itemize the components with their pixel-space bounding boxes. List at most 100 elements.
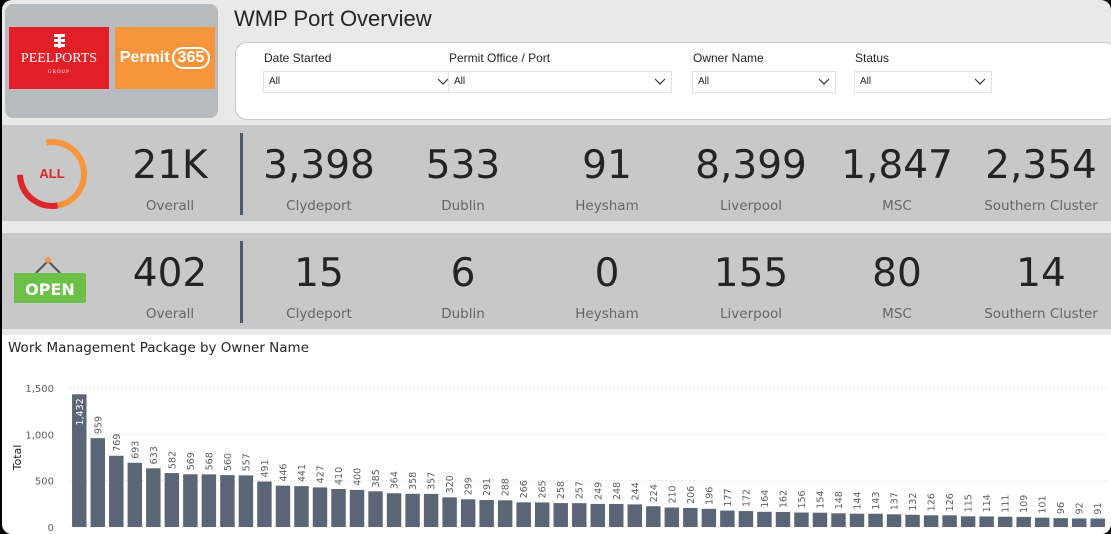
bar bbox=[275, 485, 291, 527]
kpi-value-liverpool: 155 bbox=[713, 251, 789, 296]
data-label: 177 bbox=[723, 488, 734, 506]
data-label: 441 bbox=[297, 464, 308, 482]
kpi-label-overall: Overall bbox=[145, 306, 195, 322]
chevron-down-icon bbox=[654, 78, 666, 85]
bar bbox=[257, 481, 272, 527]
data-label: 769 bbox=[112, 434, 123, 452]
filter-label: Date Started bbox=[264, 51, 332, 65]
data-label: 92 bbox=[1075, 502, 1086, 514]
bar bbox=[405, 493, 420, 527]
bar bbox=[701, 508, 717, 527]
filter-label: Permit Office / Port bbox=[449, 51, 551, 65]
data-label: 126 bbox=[927, 493, 938, 511]
bar bbox=[183, 474, 198, 527]
bar bbox=[812, 512, 828, 527]
kpi-value-liverpool: 8,399 bbox=[695, 143, 807, 188]
data-label: 156 bbox=[797, 490, 808, 508]
data-label: 693 bbox=[130, 441, 141, 459]
permit365-logo-text: Permit bbox=[119, 49, 170, 66]
peelports-logo: PEELPORTS GROUP bbox=[9, 27, 109, 89]
bar bbox=[1034, 517, 1050, 527]
data-label: 154 bbox=[815, 491, 826, 509]
kpi-label-msc: MSC bbox=[882, 306, 912, 322]
divider bbox=[240, 133, 243, 215]
data-label: 257 bbox=[575, 481, 586, 499]
permit-office-dropdown[interactable]: All bbox=[448, 71, 672, 93]
filter-owner-name: Owner Name All bbox=[692, 51, 836, 93]
bar bbox=[572, 503, 587, 527]
bar bbox=[442, 497, 457, 527]
kpi-label-msc: MSC bbox=[882, 198, 912, 214]
y-tick-label: 1,500 bbox=[25, 384, 54, 395]
data-label: 162 bbox=[778, 490, 789, 508]
data-label: 633 bbox=[149, 446, 160, 464]
bar bbox=[109, 455, 124, 527]
kpi-label-dublin: Dublin bbox=[441, 198, 485, 214]
data-label: 248 bbox=[612, 482, 623, 500]
kpi-value-dublin: 6 bbox=[450, 251, 476, 296]
data-label: 1,432 bbox=[75, 398, 86, 425]
bar bbox=[738, 511, 754, 527]
data-label: 244 bbox=[630, 482, 641, 500]
bar bbox=[516, 502, 531, 527]
data-label: 172 bbox=[741, 489, 752, 507]
data-label: 582 bbox=[167, 451, 178, 469]
data-label: 291 bbox=[482, 478, 493, 496]
data-label: 91 bbox=[1093, 502, 1104, 514]
data-label: 111 bbox=[1001, 495, 1012, 513]
kpi-value-msc: 80 bbox=[872, 251, 922, 296]
bar bbox=[831, 513, 846, 527]
data-label: 210 bbox=[667, 485, 678, 503]
bar bbox=[368, 491, 383, 527]
kpi-value-heysham: 91 bbox=[582, 143, 632, 188]
kpi-row-all: ALL 21K Overall 3,398 Clydeport 533 Dubl… bbox=[2, 125, 1111, 221]
kpi-label-liverpool: Liverpool bbox=[720, 306, 782, 322]
dropdown-value: All bbox=[698, 76, 710, 87]
status-dropdown[interactable]: All bbox=[854, 71, 992, 93]
date-started-dropdown[interactable]: All bbox=[263, 71, 455, 93]
filter-label: Owner Name bbox=[693, 51, 764, 65]
filter-permit-office: Permit Office / Port All bbox=[448, 51, 672, 93]
bar bbox=[164, 473, 180, 527]
peelports-logo-sub: GROUP bbox=[48, 70, 70, 75]
kpi-value-southern-cluster: 2,354 bbox=[985, 143, 1097, 188]
data-label: 491 bbox=[260, 459, 271, 477]
page-title: WMP Port Overview bbox=[234, 6, 432, 31]
data-label: 258 bbox=[556, 481, 567, 499]
data-label: 569 bbox=[186, 452, 197, 470]
bar bbox=[220, 475, 235, 527]
filter-date-started: Date Started All bbox=[263, 51, 455, 93]
all-status-icon: ALL bbox=[17, 139, 87, 209]
bar bbox=[238, 475, 254, 527]
open-sign-icon: OPEN bbox=[14, 257, 86, 303]
bar bbox=[720, 510, 735, 527]
data-label: 560 bbox=[223, 453, 234, 471]
data-label: 143 bbox=[871, 492, 882, 510]
dropdown-value: All bbox=[860, 76, 872, 87]
owner-name-dropdown[interactable]: All bbox=[692, 71, 836, 93]
bar bbox=[627, 504, 643, 527]
bar bbox=[664, 507, 680, 527]
chevron-down-icon bbox=[818, 78, 830, 85]
data-label: 148 bbox=[834, 491, 845, 509]
bar bbox=[423, 493, 439, 527]
data-label: 299 bbox=[464, 477, 475, 495]
y-tick-label: 1,000 bbox=[25, 430, 54, 441]
bar bbox=[1053, 518, 1068, 527]
data-label: 427 bbox=[315, 465, 326, 483]
data-label: 364 bbox=[390, 471, 401, 489]
data-label: 96 bbox=[1056, 502, 1067, 514]
bar bbox=[794, 512, 809, 527]
filter-panel: Date Started All Permit Office / Port Al… bbox=[235, 42, 1111, 120]
data-label: 101 bbox=[1038, 496, 1049, 514]
dropdown-value: All bbox=[454, 76, 466, 87]
bar bbox=[886, 514, 902, 527]
dashboard-frame: PEELPORTS GROUP Permit 365 WMP Port Overv… bbox=[2, 0, 1111, 534]
bar bbox=[849, 513, 865, 527]
data-label: 568 bbox=[204, 452, 215, 470]
bar bbox=[979, 516, 994, 527]
bar bbox=[609, 504, 624, 527]
chart-title: Work Management Package by Owner Name bbox=[8, 340, 309, 356]
bar bbox=[905, 514, 920, 527]
open-badge-text: OPEN bbox=[25, 280, 75, 299]
